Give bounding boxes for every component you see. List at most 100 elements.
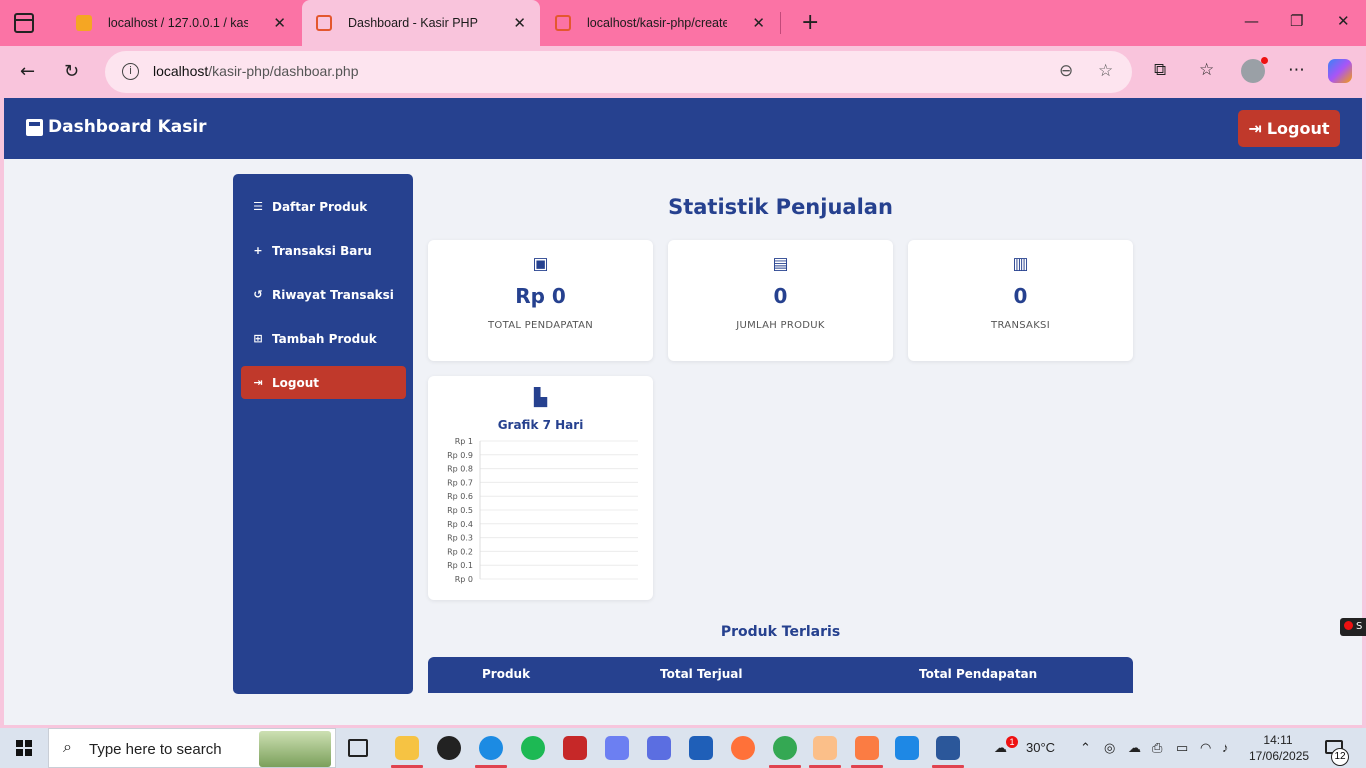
whatsapp-icon[interactable] [437,736,461,760]
brand[interactable]: Dashboard Kasir [26,117,207,137]
wifi-icon[interactable]: ◠ [1200,740,1211,756]
column-header-total-pendapatan: Total Pendapatan [919,667,1038,681]
tab-dashboard[interactable]: Dashboard - Kasir PHP ✕ [302,0,540,46]
notification-count: 12 [1331,748,1349,766]
tab-separator [780,12,781,34]
taskbar: ⌕ Type here to search ☁ 1 30°C ⌃ ◎ ☁ ⎙ ▭… [0,728,1366,768]
y-tick-label: Rp 0.2 [447,547,473,556]
search-icon: ⌕ [63,737,72,756]
edge-icon[interactable] [475,736,507,768]
chart-card: ▙ Grafik 7 Hari Rp 0 Rp 0.1 Rp 0.2 Rp 0.3 Rp… [428,376,653,600]
y-tick-label: Rp 0.8 [447,465,473,474]
volume-icon[interactable]: ♪ [1222,740,1229,755]
show-hidden-icons[interactable]: ⌃ [1080,740,1091,756]
y-tick-label: Rp 0.5 [447,506,473,515]
best-sellers-table-header: Produk Total Terjual Total Pendapatan [428,657,1133,693]
tab-title: localhost / 127.0.0.1 / kasir [108,16,248,30]
header-logout-button[interactable]: ⇥ Logout [1238,110,1340,147]
copilot-taskbar-icon[interactable] [605,736,629,760]
y-tick-label: Rp 0.1 [447,561,473,570]
close-tab-icon[interactable]: ✕ [273,14,286,32]
weather-temperature[interactable]: 30°C [1026,740,1055,755]
close-tab-icon[interactable]: ✕ [752,14,765,32]
xampp-taskbar-icon[interactable] [851,736,883,768]
restore-icon[interactable]: ❐ [1290,12,1303,30]
close-window-icon[interactable]: ✕ [1337,12,1350,30]
stat-label: TOTAL PENDAPATAN [487,320,593,331]
y-tick-label: Rp 0.3 [447,534,473,543]
favorite-star-icon[interactable]: ☆ [1098,61,1113,81]
sidebar-item-tambah-produk[interactable]: ⊞ Tambah Produk [241,322,406,355]
stat-card-pendapatan: ▣ Rp 0 TOTAL PENDAPATAN [428,240,653,361]
url-text[interactable]: localhost/kasir-php/dashboar.php [153,63,358,79]
browser-toolbar: ← ↻ i localhost/kasir-php/dashboar.php ⊖… [0,46,1366,98]
more-menu-icon[interactable]: ⋯ [1288,60,1305,80]
tab-title: localhost/kasir-php/create_ [587,16,727,30]
task-view-icon[interactable] [348,739,368,757]
refresh-icon[interactable]: ↻ [64,61,79,82]
stat-card-produk: ▤ 0 JUMLAH PRODUK [668,240,893,361]
stat-value: Rp 0 [515,284,566,308]
app-icon[interactable] [563,736,587,760]
favorites-icon[interactable]: ☆ [1199,60,1214,80]
sidebar-item-daftar-produk[interactable]: ☰ Daftar Produk [241,190,406,223]
site-info-icon[interactable]: i [122,63,139,80]
store-icon[interactable] [689,736,713,760]
file-explorer-icon[interactable] [391,736,423,768]
profile-avatar-icon[interactable] [1241,57,1268,83]
tab-create[interactable]: localhost/kasir-php/create_ ✕ [541,0,779,46]
tab-actions-icon[interactable] [14,13,34,33]
sidebar-item-label: Daftar Produk [272,199,368,214]
extensions-icon[interactable]: ⧉ [1154,60,1166,80]
sidebar: ☰ Daftar Produk + Transaksi Baru ↺ Riway… [233,174,413,694]
sidebar-item-logout[interactable]: ⇥ Logout [241,366,406,399]
battery-icon[interactable]: ▭ [1176,740,1188,756]
new-tab-icon[interactable]: + [801,10,819,35]
money-icon: ▣ [532,254,549,274]
sidebar-item-transaksi-baru[interactable]: + Transaksi Baru [241,234,406,267]
xampp-icon [316,15,332,31]
chatgpt-icon[interactable] [809,736,841,768]
firefox-icon[interactable] [731,736,755,760]
clock[interactable]: 14:11 17/06/2025 [1249,732,1310,764]
y-tick-label: Rp 0.4 [447,520,473,529]
recording-indicator[interactable]: S [1340,618,1366,636]
plus-icon: + [253,244,263,257]
clock-date: 17/06/2025 [1249,749,1310,763]
sign-out-icon: ⇥ [253,376,263,389]
browser-tab-bar: localhost / 127.0.0.1 / kasir ✕ Dashboar… [0,0,1366,46]
copilot-icon[interactable] [1328,59,1352,83]
word-icon[interactable] [932,736,964,768]
tray-icon[interactable]: ☁ [1128,740,1141,756]
app-icon[interactable] [647,736,671,760]
zoom-icon[interactable]: ⊖ [1059,61,1073,81]
tab-phpmyadmin[interactable]: localhost / 127.0.0.1 / kasir ✕ [62,0,300,46]
taskbar-search[interactable]: ⌕ Type here to search [48,728,336,768]
chart-bar-icon: ▙ [533,388,548,408]
sidebar-item-riwayat-transaksi[interactable]: ↺ Riwayat Transaksi [241,278,406,311]
address-bar[interactable]: i localhost/kasir-php/dashboar.php ⊖ ☆ [105,51,1132,93]
logout-label: Logout [1266,119,1330,138]
tray-icon[interactable]: ⎙ [1152,740,1162,756]
spotify-icon[interactable] [521,736,545,760]
y-tick-label: Rp 0.6 [447,492,473,501]
sign-out-icon: ⇥ [1248,119,1262,138]
y-tick-label: Rp 1 [455,437,473,446]
sidebar-item-label: Riwayat Transaksi [272,287,394,302]
clock-time: 14:11 [1263,733,1293,747]
cash-register-icon [26,118,43,136]
search-highlight-image [259,731,331,767]
chrome-icon[interactable] [769,736,801,768]
stat-label: JUMLAH PRODUK [736,320,825,331]
close-tab-icon[interactable]: ✕ [513,14,526,32]
tray-icon[interactable]: ◎ [1104,740,1115,756]
vscode-icon[interactable] [895,736,919,760]
windows-start-icon[interactable] [16,740,32,756]
y-tick-label: Rp 0.7 [447,478,473,487]
sales-chart: Rp 0 Rp 0.1 Rp 0.2 Rp 0.3 Rp 0.4 Rp 0.5 Rp 0.6… [447,437,638,584]
back-icon[interactable]: ← [20,61,35,82]
stat-value: 0 [773,284,788,308]
minimize-icon[interactable]: — [1244,12,1259,30]
search-placeholder: Type here to search [89,741,222,758]
column-header-total-terjual: Total Terjual [660,667,743,681]
